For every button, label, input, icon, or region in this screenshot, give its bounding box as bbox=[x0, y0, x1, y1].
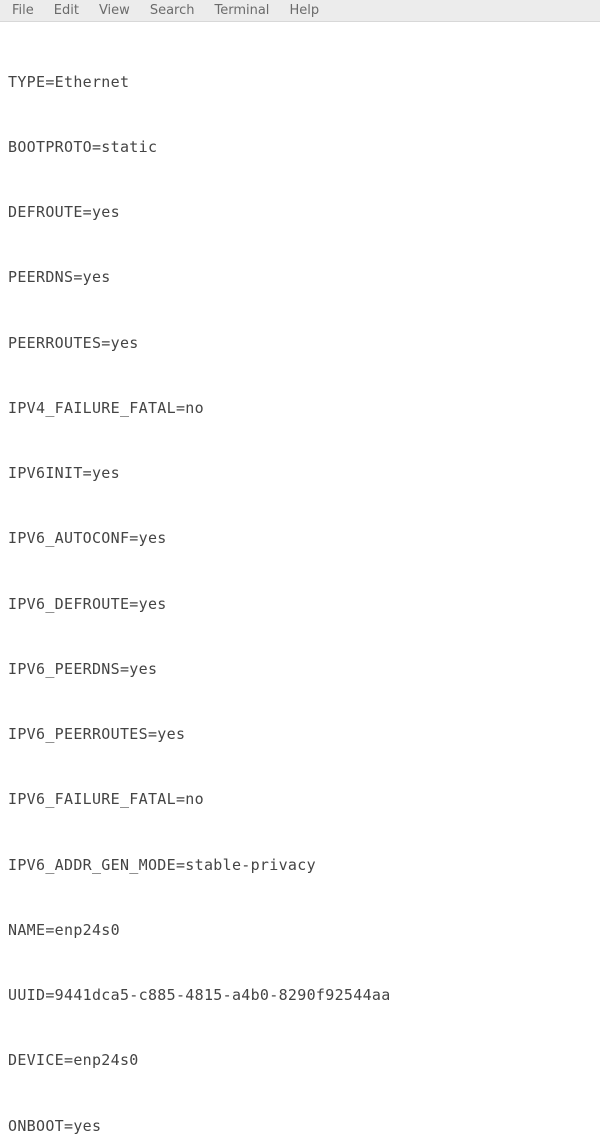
config-line: IPV6INIT=yes bbox=[8, 463, 592, 485]
config-line: IPV6_DEFROUTE=yes bbox=[8, 594, 592, 616]
menu-terminal[interactable]: Terminal bbox=[214, 3, 269, 18]
config-line: NAME=enp24s0 bbox=[8, 920, 592, 942]
config-line: DEFROUTE=yes bbox=[8, 202, 592, 224]
config-line: IPV6_ADDR_GEN_MODE=stable-privacy bbox=[8, 855, 592, 877]
menu-search[interactable]: Search bbox=[150, 3, 195, 18]
config-line: UUID=9441dca5-c885-4815-a4b0-8290f92544a… bbox=[8, 985, 592, 1007]
config-line: PEERROUTES=yes bbox=[8, 333, 592, 355]
config-line: BOOTPROTO=static bbox=[8, 137, 592, 159]
menu-edit[interactable]: Edit bbox=[54, 3, 79, 18]
config-line: TYPE=Ethernet bbox=[8, 72, 592, 94]
config-line: IPV6_AUTOCONF=yes bbox=[8, 528, 592, 550]
menu-view[interactable]: View bbox=[99, 3, 130, 18]
terminal-editor[interactable]: TYPE=Ethernet BOOTPROTO=static DEFROUTE=… bbox=[0, 22, 600, 1144]
menu-help[interactable]: Help bbox=[289, 3, 319, 18]
config-line: IPV6_PEERDNS=yes bbox=[8, 659, 592, 681]
config-line: IPV6_PEERROUTES=yes bbox=[8, 724, 592, 746]
config-line: IPV6_FAILURE_FATAL=no bbox=[8, 789, 592, 811]
menu-file[interactable]: File bbox=[12, 3, 34, 18]
menubar: File Edit View Search Terminal Help bbox=[0, 0, 600, 22]
config-line: DEVICE=enp24s0 bbox=[8, 1050, 592, 1072]
config-line: PEERDNS=yes bbox=[8, 267, 592, 289]
config-line: ONBOOT=yes bbox=[8, 1116, 592, 1138]
config-line: IPV4_FAILURE_FATAL=no bbox=[8, 398, 592, 420]
